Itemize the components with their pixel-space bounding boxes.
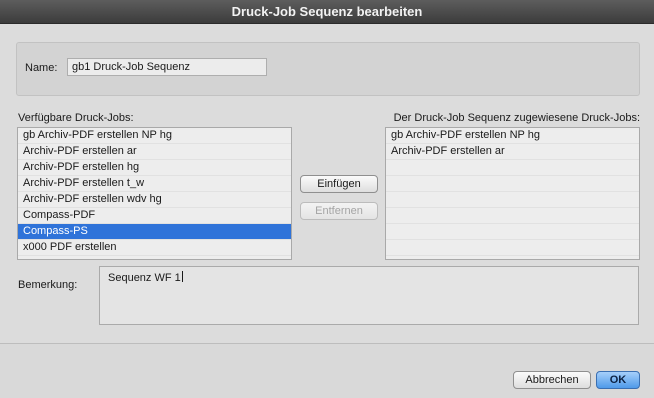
remove-button[interactable]: Entfernen bbox=[300, 202, 378, 220]
window-title: Druck-Job Sequenz bearbeiten bbox=[231, 4, 423, 19]
assigned-jobs-label: Der Druck-Job Sequenz zugewiesene Druck-… bbox=[393, 112, 640, 124]
text-caret bbox=[181, 271, 183, 282]
list-item[interactable]: Archiv-PDF erstellen t_w bbox=[18, 176, 291, 191]
remark-text: Sequenz WF 1 bbox=[108, 272, 181, 284]
cancel-button[interactable]: Abbrechen bbox=[513, 371, 591, 389]
insert-button[interactable]: Einfügen bbox=[300, 175, 378, 193]
ok-button[interactable]: OK bbox=[596, 371, 640, 389]
name-panel: Name: bbox=[16, 42, 640, 96]
remark-label: Bemerkung: bbox=[18, 279, 78, 291]
name-label: Name: bbox=[25, 62, 58, 74]
list-item[interactable]: Archiv-PDF erstellen wdv hg bbox=[18, 192, 291, 207]
assigned-jobs-list[interactable]: gb Archiv-PDF erstellen NP hg Archiv-PDF… bbox=[385, 127, 640, 260]
dialog-body: Name: Verfügbare Druck-Jobs: Der Druck-J… bbox=[0, 24, 654, 398]
list-item[interactable]: Archiv-PDF erstellen ar bbox=[18, 144, 291, 159]
list-item[interactable]: Archiv-PDF erstellen hg bbox=[18, 160, 291, 175]
name-input[interactable] bbox=[67, 58, 267, 76]
list-item[interactable]: Archiv-PDF erstellen ar bbox=[386, 144, 639, 159]
remark-textarea[interactable]: Sequenz WF 1 bbox=[99, 266, 639, 325]
list-item[interactable]: gb Archiv-PDF erstellen NP hg bbox=[386, 128, 639, 143]
list-item-selected[interactable]: Compass-PS bbox=[18, 224, 291, 239]
list-item[interactable]: x000 PDF erstellen bbox=[18, 240, 291, 255]
list-item[interactable]: Compass-PDF bbox=[18, 208, 291, 223]
available-jobs-label: Verfügbare Druck-Jobs: bbox=[18, 112, 134, 124]
available-jobs-list[interactable]: gb Archiv-PDF erstellen NP hg Archiv-PDF… bbox=[17, 127, 292, 260]
title-bar: Druck-Job Sequenz bearbeiten bbox=[0, 0, 654, 24]
list-item[interactable]: gb Archiv-PDF erstellen NP hg bbox=[18, 128, 291, 143]
